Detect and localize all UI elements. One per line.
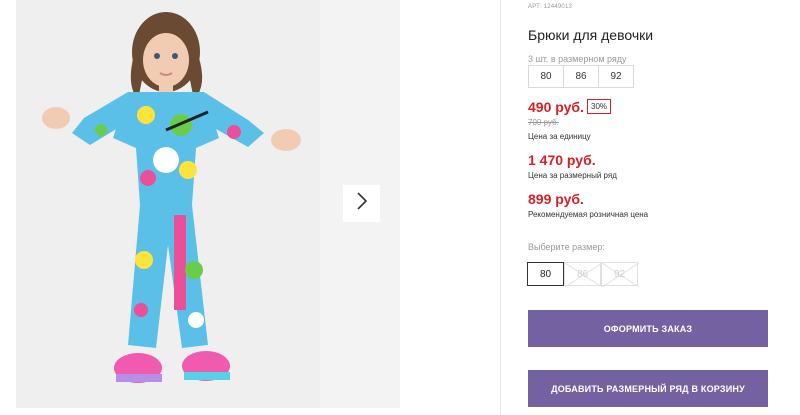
unit-price: 490 руб.: [528, 99, 584, 115]
size-option-label: 92: [613, 268, 626, 280]
size-option-label: 80: [539, 268, 552, 280]
panel-divider: [500, 0, 501, 415]
size-selector: 80 86 92: [527, 262, 639, 287]
discount-badge: 30%: [587, 99, 612, 114]
size-option-86[interactable]: 86: [564, 262, 602, 287]
size-option-92[interactable]: 92: [601, 262, 639, 287]
product-article: АРТ: 12449013: [528, 4, 573, 10]
set-size-cell: 92: [598, 65, 634, 88]
page-margin: [0, 0, 16, 415]
add-size-row-to-cart-button[interactable]: ДОБАВИТЬ РАЗМЕРНЫЙ РЯД В КОРЗИНУ: [528, 370, 768, 407]
chevron-right-icon: [356, 192, 368, 215]
row-price: 1 470 руб.: [528, 152, 596, 168]
set-sizes: 80 86 92: [528, 65, 634, 88]
size-option-label: 86: [576, 268, 589, 280]
choose-size-label: Выберите размер:: [528, 242, 605, 252]
rrp-price: 899 руб.: [528, 191, 584, 207]
rrp-price-label: Рекомендуемая розничная цена: [528, 210, 649, 219]
product-photo[interactable]: [16, 0, 320, 408]
unit-price-label: Цена за единицу: [528, 132, 591, 141]
order-button[interactable]: ОФОРМИТЬ ЗАКАЗ: [528, 310, 768, 347]
next-image-button[interactable]: [343, 185, 380, 222]
set-size-cell: 80: [528, 65, 564, 88]
size-option-80[interactable]: 80: [527, 262, 564, 286]
old-price: 700 руб.: [528, 118, 559, 127]
product-image: [16, 0, 320, 408]
row-price-label: Цена за размерный ряд: [528, 171, 617, 180]
product-title: Брюки для девочки: [528, 27, 654, 43]
set-size-cell: 86: [563, 65, 599, 88]
set-size-label: 3 шт. в размерном ряду: [528, 54, 627, 64]
